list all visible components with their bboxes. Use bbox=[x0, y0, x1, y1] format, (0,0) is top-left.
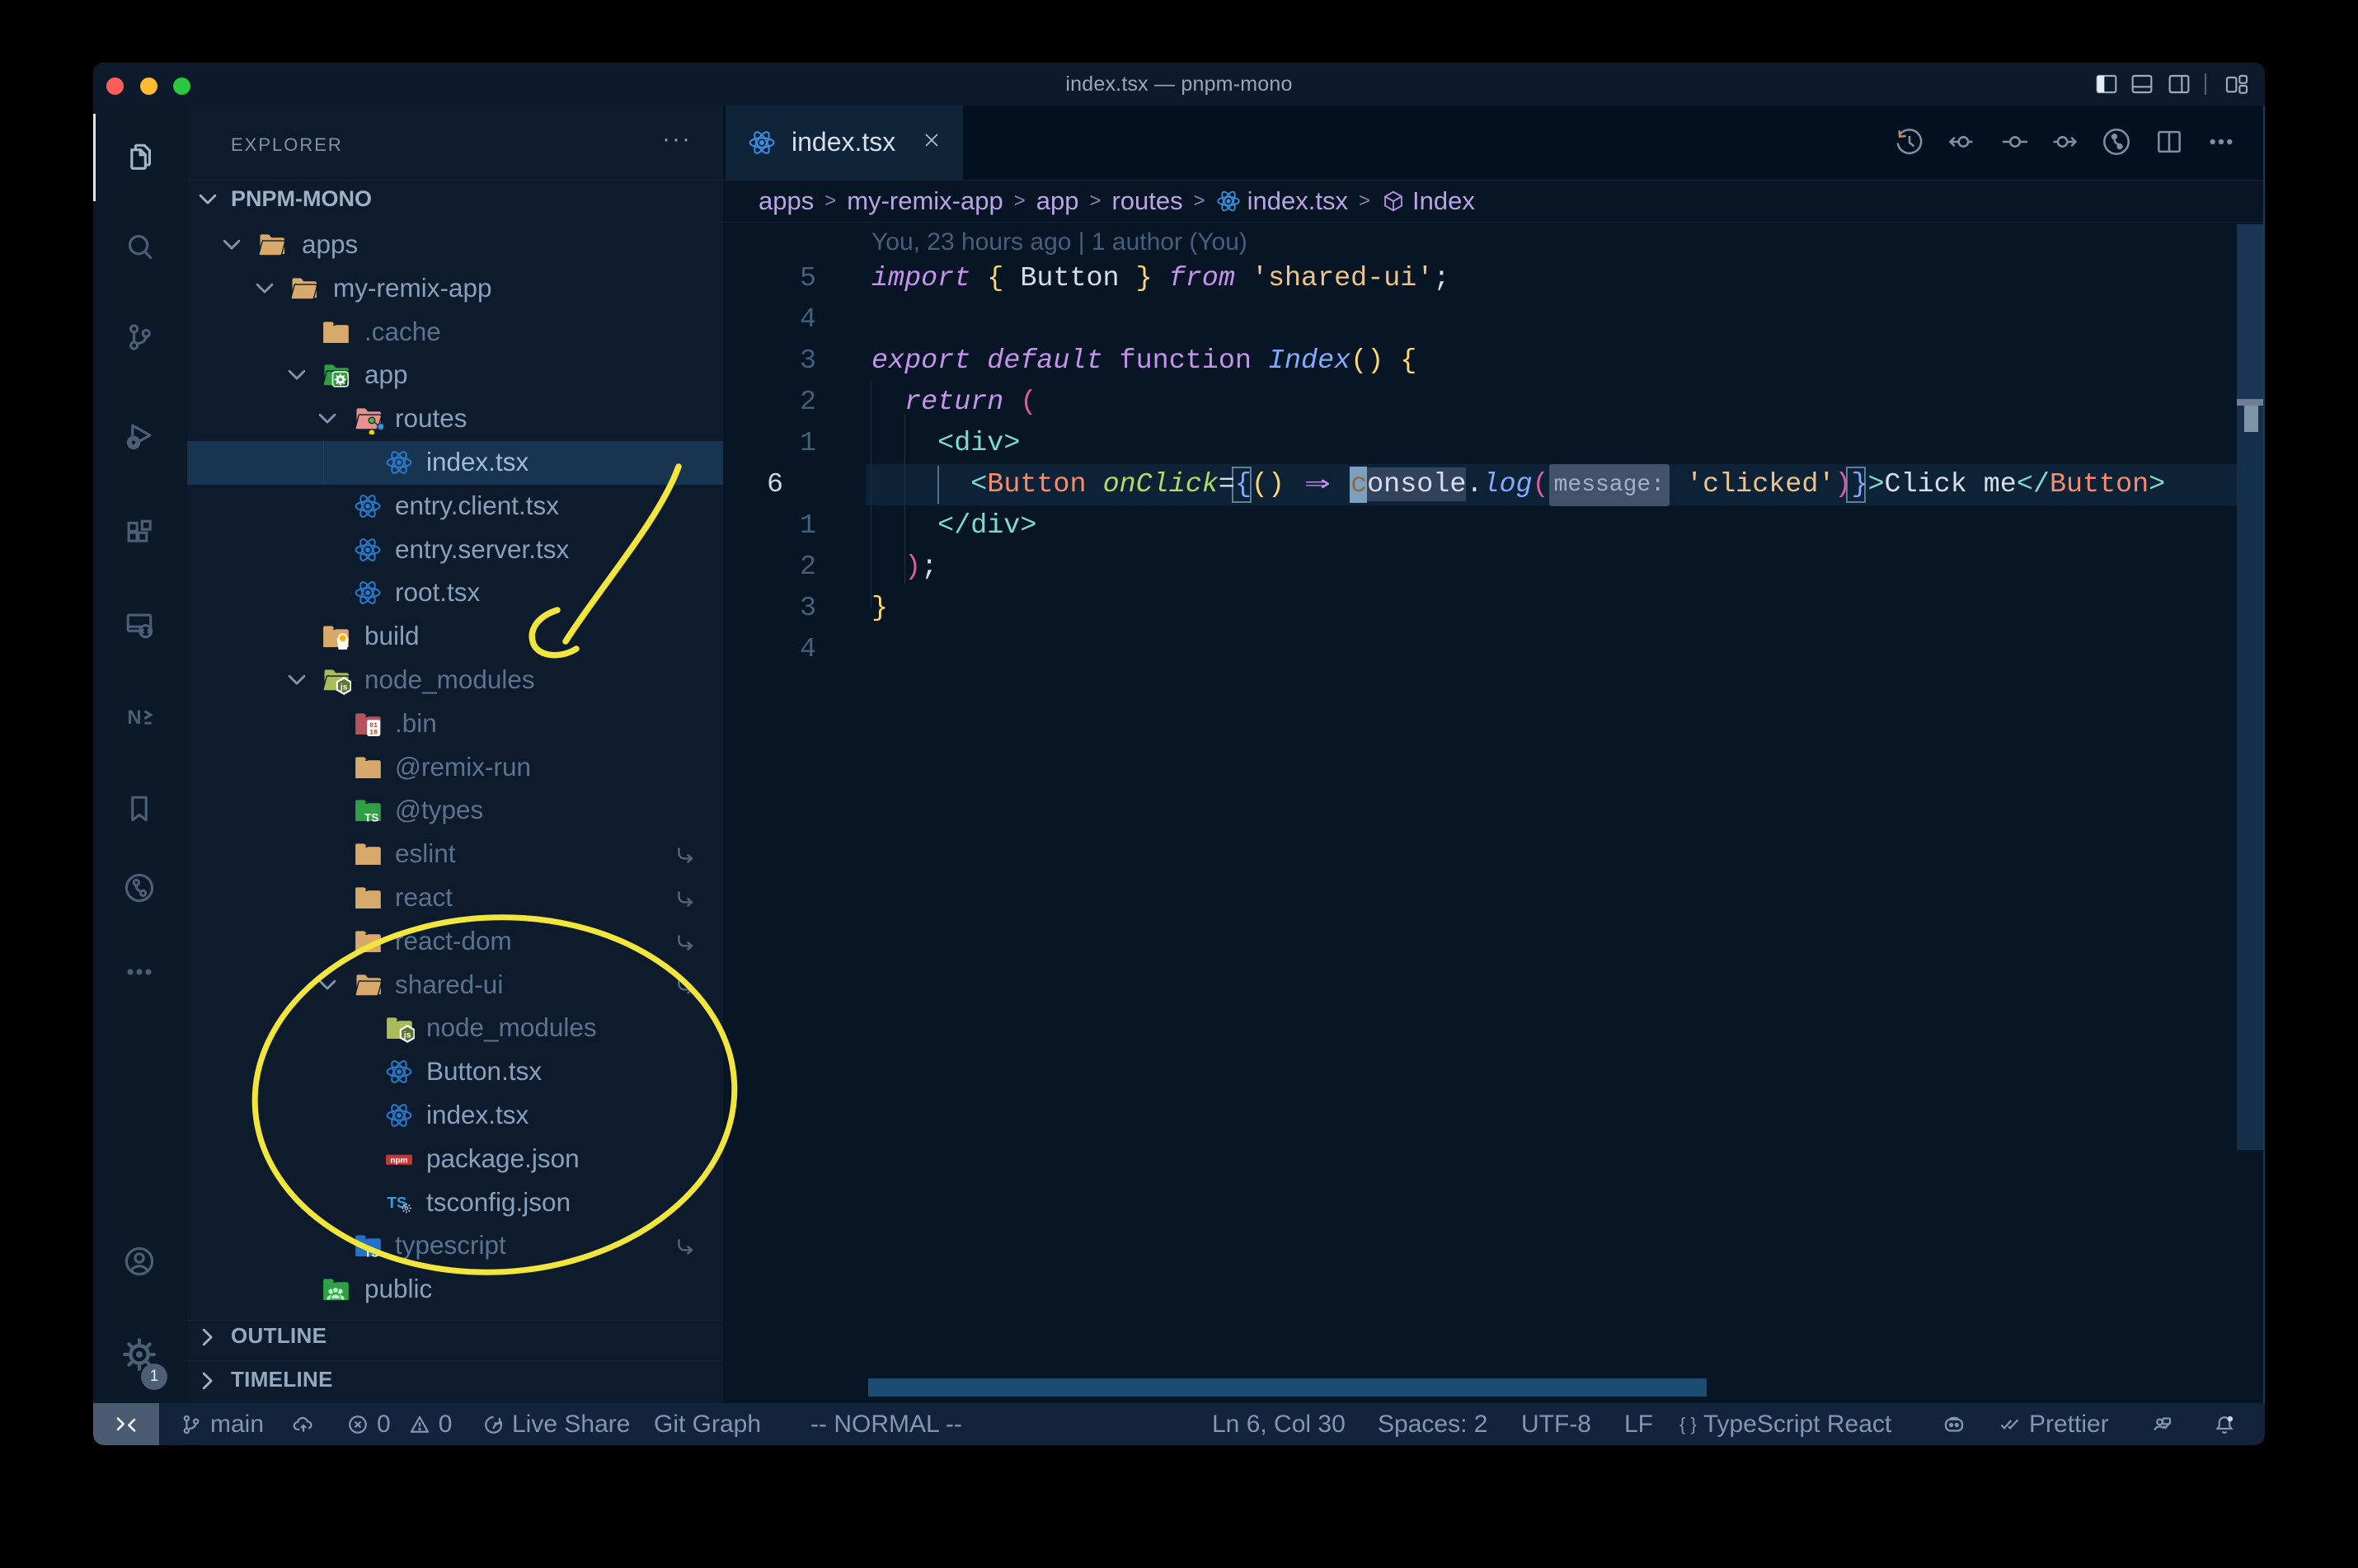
svg-text:N: N bbox=[127, 707, 141, 729]
svg-text:10: 10 bbox=[369, 730, 378, 737]
svg-text:npm: npm bbox=[390, 1156, 407, 1165]
svg-text:js: js bbox=[403, 1030, 411, 1040]
svg-text:TS: TS bbox=[388, 1194, 407, 1211]
svg-text:01: 01 bbox=[369, 722, 378, 730]
svg-text:TS: TS bbox=[364, 811, 378, 824]
svg-text:js: js bbox=[340, 683, 348, 692]
svg-text:TS: TS bbox=[364, 1246, 378, 1259]
